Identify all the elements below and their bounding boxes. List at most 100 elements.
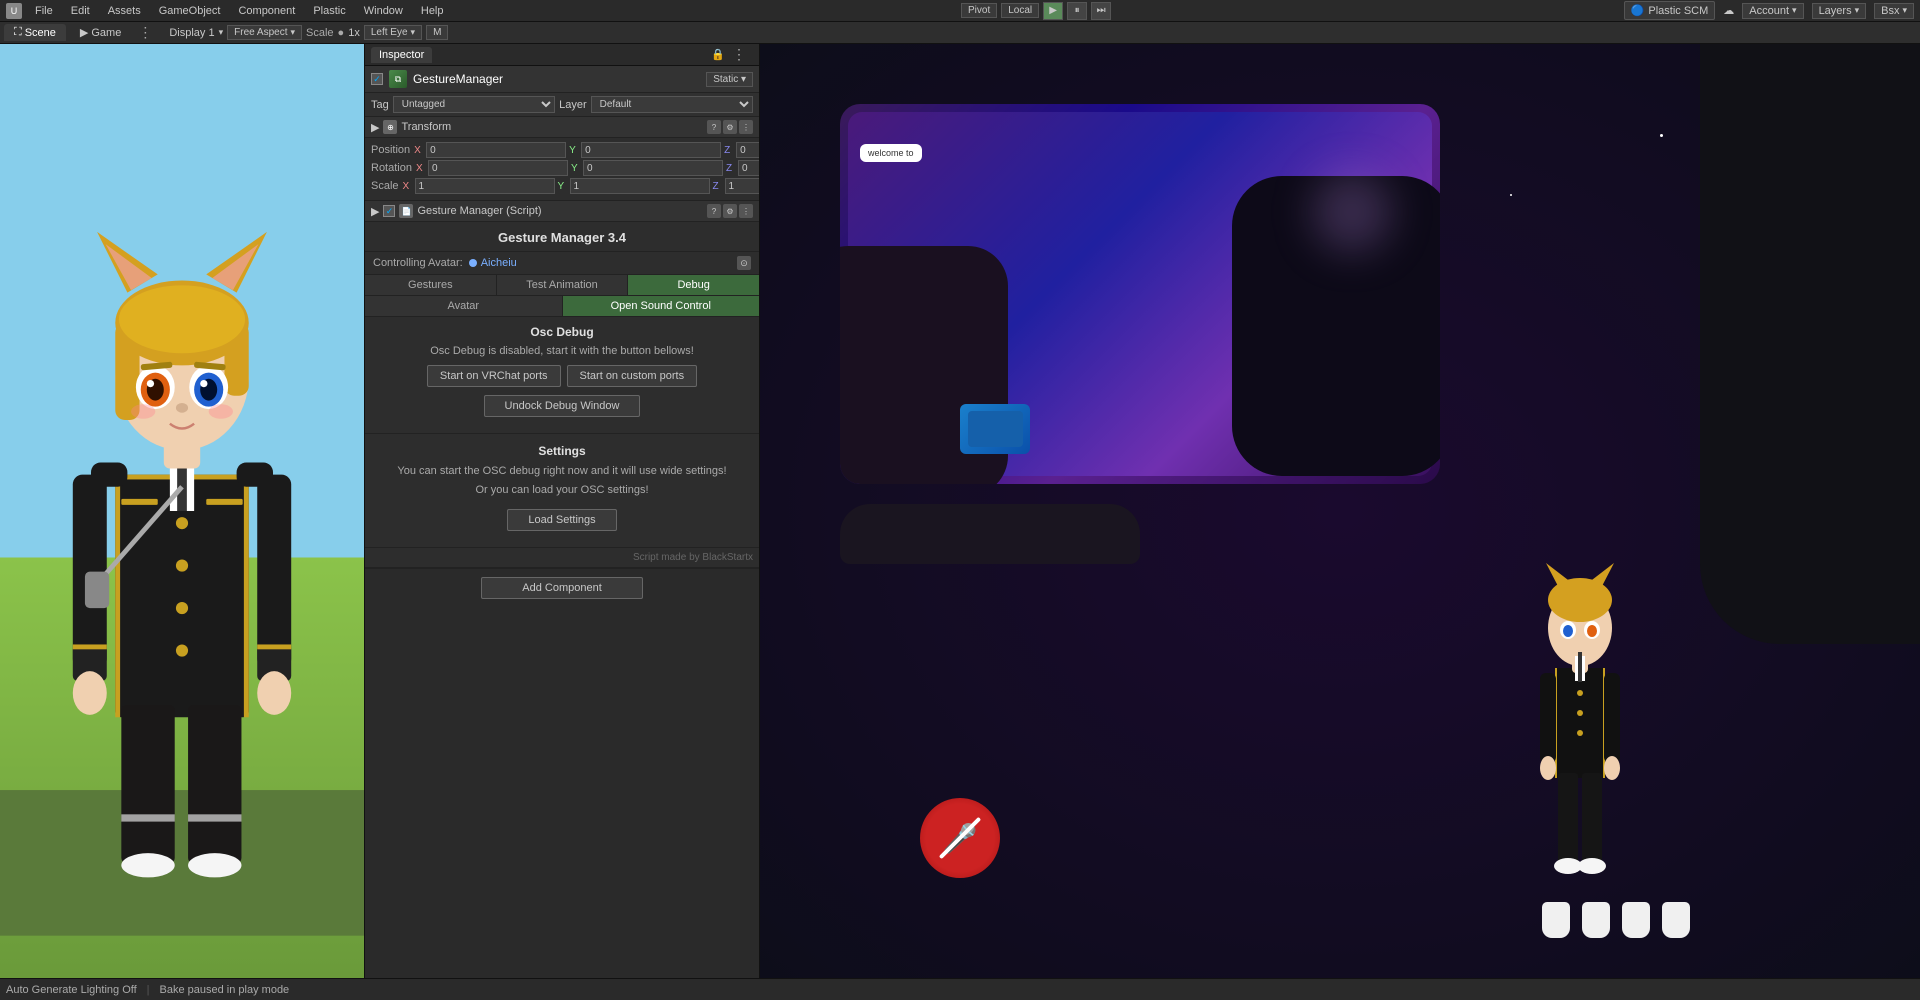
transform-settings-icon[interactable]: ⚙ [723,120,737,134]
scale-z-input[interactable] [725,178,759,194]
scale-x-input[interactable] [415,178,555,194]
load-settings-button[interactable]: Load Settings [507,509,616,531]
rot-x-label: X [416,163,426,174]
eye-label: Left Eye [371,27,408,38]
gm-enabled-checkbox[interactable]: ✓ [383,205,395,217]
object-type-icon: ⧉ [395,74,401,85]
menu-gameobject[interactable]: GameObject [154,3,226,19]
scale-y-input[interactable] [570,178,710,194]
undock-debug-window-button[interactable]: Undock Debug Window [484,395,641,417]
menu-file[interactable]: File [30,3,58,19]
plastic-scm-label: Plastic SCM [1648,5,1708,17]
scene-viewport[interactable] [0,44,364,978]
tab-debug-label: Debug [677,279,709,291]
layers-arrow-icon: ▾ [1855,5,1860,16]
rot-z-label: Z [726,163,736,174]
scene-icon: ⛶ [14,26,22,39]
tab-game[interactable]: ▶ Game [70,24,131,41]
expand-arrow-icon: ▶ [371,121,379,134]
tab-test-animation[interactable]: Test Animation [497,275,629,295]
position-row: Position X Y Z [371,142,753,158]
bake-status: Bake paused in play mode [160,984,290,996]
gesture-manager-component: ▶ ✓ 📄 Gesture Manager (Script) ? ⚙ ⋮ Ges… [365,201,759,568]
position-label: Position [371,144,410,156]
layer-select[interactable]: Default [591,96,753,113]
tab-scene[interactable]: ⛶ Scene [4,24,66,41]
transform-help-icon[interactable]: ? [707,120,721,134]
pos-y-input[interactable] [581,142,721,158]
start-vrchat-ports-button[interactable]: Start on VRChat ports [427,365,561,387]
m-button[interactable]: M [426,25,448,40]
layers-dropdown[interactable]: Layers ▾ [1812,3,1867,19]
tab-debug[interactable]: Debug [628,275,759,295]
platform [840,504,1140,564]
lock-icon[interactable]: 🔒 [711,48,725,61]
eye-dropdown[interactable]: Left Eye ▾ [364,25,422,40]
pos-z-input[interactable] [736,142,759,158]
inspector-tab[interactable]: Inspector [371,47,432,63]
menu-plastic[interactable]: Plastic [308,3,350,19]
object-name[interactable]: GestureManager [413,72,700,86]
gm-menu-icon[interactable]: ⋮ [739,204,753,218]
tag-select[interactable]: Untagged [393,96,555,113]
settings-section: Settings You can start the OSC debug rig… [365,433,759,543]
right-game-panel[interactable]: welcome to [760,44,1920,978]
tab-avatar-label: Avatar [447,300,479,312]
pos-z-label: Z [724,145,734,156]
gm-settings-icon[interactable]: ⚙ [723,204,737,218]
settings-desc1: You can start the OSC debug right now an… [375,462,749,481]
rot-x-input[interactable] [428,160,568,176]
plastic-scm-icon: 🔵 [1631,4,1645,17]
ambient-glow [1312,172,1392,252]
pause-button[interactable]: ⏸ [1067,2,1087,20]
rotation-row: Rotation X Y Z [371,160,753,176]
local-button[interactable]: Local [1001,3,1039,18]
tab-avatar[interactable]: Avatar [365,296,563,316]
transform-header[interactable]: ▶ ⊕ Transform ? ⚙ ⋮ [365,117,759,138]
osc-buttons-row: Start on VRChat ports Start on custom po… [365,365,759,395]
static-dropdown[interactable]: Static ▾ [706,72,753,87]
account-arrow-icon: ▾ [1792,5,1797,16]
menu-component[interactable]: Component [233,3,300,19]
transform-menu-icon[interactable]: ⋮ [739,120,753,134]
aspect-arrow-icon: ▾ [290,27,295,38]
left-panel [0,44,365,978]
pivot-button[interactable]: Pivot [961,3,997,18]
aspect-label: Free Aspect [234,27,287,38]
scale-label: Scale [371,180,399,192]
gesture-manager-header[interactable]: ▶ ✓ 📄 Gesture Manager (Script) ? ⚙ ⋮ [365,201,759,222]
add-component-button[interactable]: Add Component [481,577,643,599]
cloud-icon[interactable]: ☁ [1723,4,1734,17]
rot-z-input[interactable] [738,160,759,176]
gm-help-icon[interactable]: ? [707,204,721,218]
m-label: M [433,27,441,38]
tab-gestures[interactable]: Gestures [365,275,497,295]
scale-z-label: Z [713,181,723,192]
start-custom-ports-button[interactable]: Start on custom ports [567,365,698,387]
play-button[interactable]: ▶ [1043,2,1063,20]
aspect-dropdown[interactable]: Free Aspect ▾ [227,25,302,40]
plastic-scm-bar[interactable]: 🔵 Plastic SCM [1624,1,1716,20]
display-label: Display 1 [169,27,214,39]
ca-picker-button[interactable]: ⊙ [737,256,751,270]
inspector-menu-dots[interactable]: ⋮ [729,46,749,63]
osc-debug-desc: Osc Debug is disabled, start it with the… [365,343,759,365]
rot-y-input[interactable] [583,160,723,176]
panel-menu-dots[interactable]: ⋮ [135,24,155,41]
menu-assets[interactable]: Assets [103,3,146,19]
avatar-feet-right [1622,902,1690,938]
object-enabled-checkbox[interactable]: ✓ [371,73,383,85]
menu-help[interactable]: Help [416,3,449,19]
account-label: Account [1749,5,1789,17]
tab-gestures-label: Gestures [408,279,453,291]
menu-edit[interactable]: Edit [66,3,95,19]
pos-x-input[interactable] [426,142,566,158]
step-button[interactable]: ⏭ [1091,2,1111,20]
account-dropdown[interactable]: Account ▾ [1742,3,1803,19]
scale-y-label: Y [558,181,568,192]
bottom-status-bar: Auto Generate Lighting Off | Bake paused… [0,978,1920,1000]
bsx-dropdown[interactable]: Bsx ▾ [1874,3,1914,19]
scale-value: 1x [348,27,360,39]
menu-window[interactable]: Window [359,3,408,19]
tab-open-sound-control[interactable]: Open Sound Control [563,296,760,316]
